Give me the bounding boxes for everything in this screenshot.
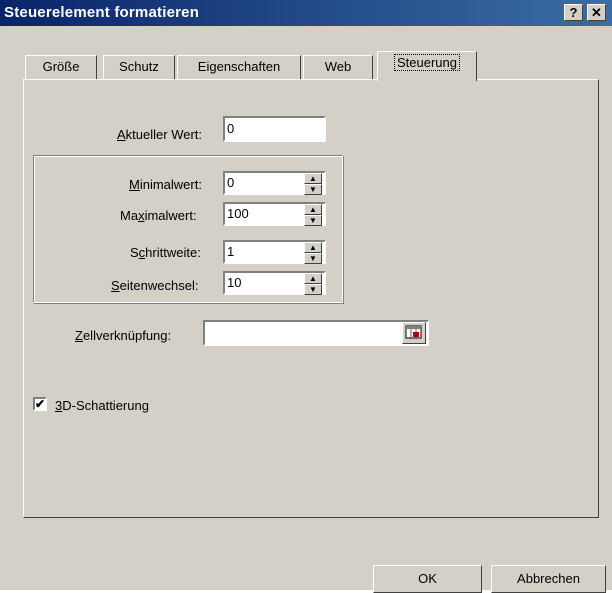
spin-up-icon[interactable]: ▲ <box>304 173 322 184</box>
label-accesskey: S <box>111 278 120 293</box>
spin-down-icon[interactable]: ▼ <box>304 253 322 264</box>
seitenwechsel-spinner[interactable]: ▲ ▼ <box>304 273 322 295</box>
label-accesskey: Z <box>75 328 83 343</box>
zellverknuepfung-input[interactable] <box>203 320 429 346</box>
field-value: 100 <box>227 206 249 221</box>
field-value: 0 <box>227 175 235 190</box>
label-text: hrittweite: <box>145 245 201 260</box>
label-text: S <box>130 245 139 260</box>
label-text: ellverknüpfung: <box>82 328 172 343</box>
label-text: eitenwechsel: <box>119 278 199 293</box>
field-value: 1 <box>227 244 235 259</box>
label-accesskey: A <box>117 127 126 142</box>
spin-down-icon[interactable]: ▼ <box>304 215 322 226</box>
minimalwert-label: Minimalwert: <box>129 177 202 192</box>
schrittweite-label: Schrittweite: <box>130 245 201 260</box>
aktueller-wert-input[interactable]: 0 <box>223 116 326 142</box>
label-text: imalwert: <box>144 208 197 223</box>
cell-reference-picker-button[interactable] <box>402 322 426 344</box>
3d-shading-checkbox[interactable]: ✔ <box>33 397 47 411</box>
maximalwert-label: Maximalwert: <box>120 208 197 223</box>
spin-up-icon[interactable]: ▲ <box>304 242 322 253</box>
format-control-dialog: Steuerelement formatieren ? ✕ Größe Schu… <box>0 0 612 593</box>
range-select-icon <box>405 325 422 339</box>
spin-down-icon[interactable]: ▼ <box>304 184 322 195</box>
label-text: ktueller Wert: <box>125 127 203 142</box>
zellverknuepfung-label: Zellverknüpfung: <box>75 328 171 343</box>
field-value: 10 <box>227 275 242 290</box>
schrittweite-spinner[interactable]: ▲ ▼ <box>304 242 322 264</box>
spin-up-icon[interactable]: ▲ <box>304 204 322 215</box>
label-text: Ma <box>120 208 139 223</box>
seitenwechsel-label: Seitenwechsel: <box>111 278 198 293</box>
minimalwert-spinner[interactable]: ▲ ▼ <box>304 173 322 195</box>
maximalwert-spinner[interactable]: ▲ ▼ <box>304 204 322 226</box>
spin-up-icon[interactable]: ▲ <box>304 273 322 284</box>
spin-down-icon[interactable]: ▼ <box>304 284 322 295</box>
label-text: D-Schattierung <box>62 398 149 413</box>
label-text: inimalwert: <box>139 177 202 192</box>
aktueller-wert-label: Aktueller Wert: <box>117 127 202 142</box>
3d-shading-label: 3D-Schattierung <box>55 398 149 413</box>
label-accesskey: M <box>129 177 140 192</box>
